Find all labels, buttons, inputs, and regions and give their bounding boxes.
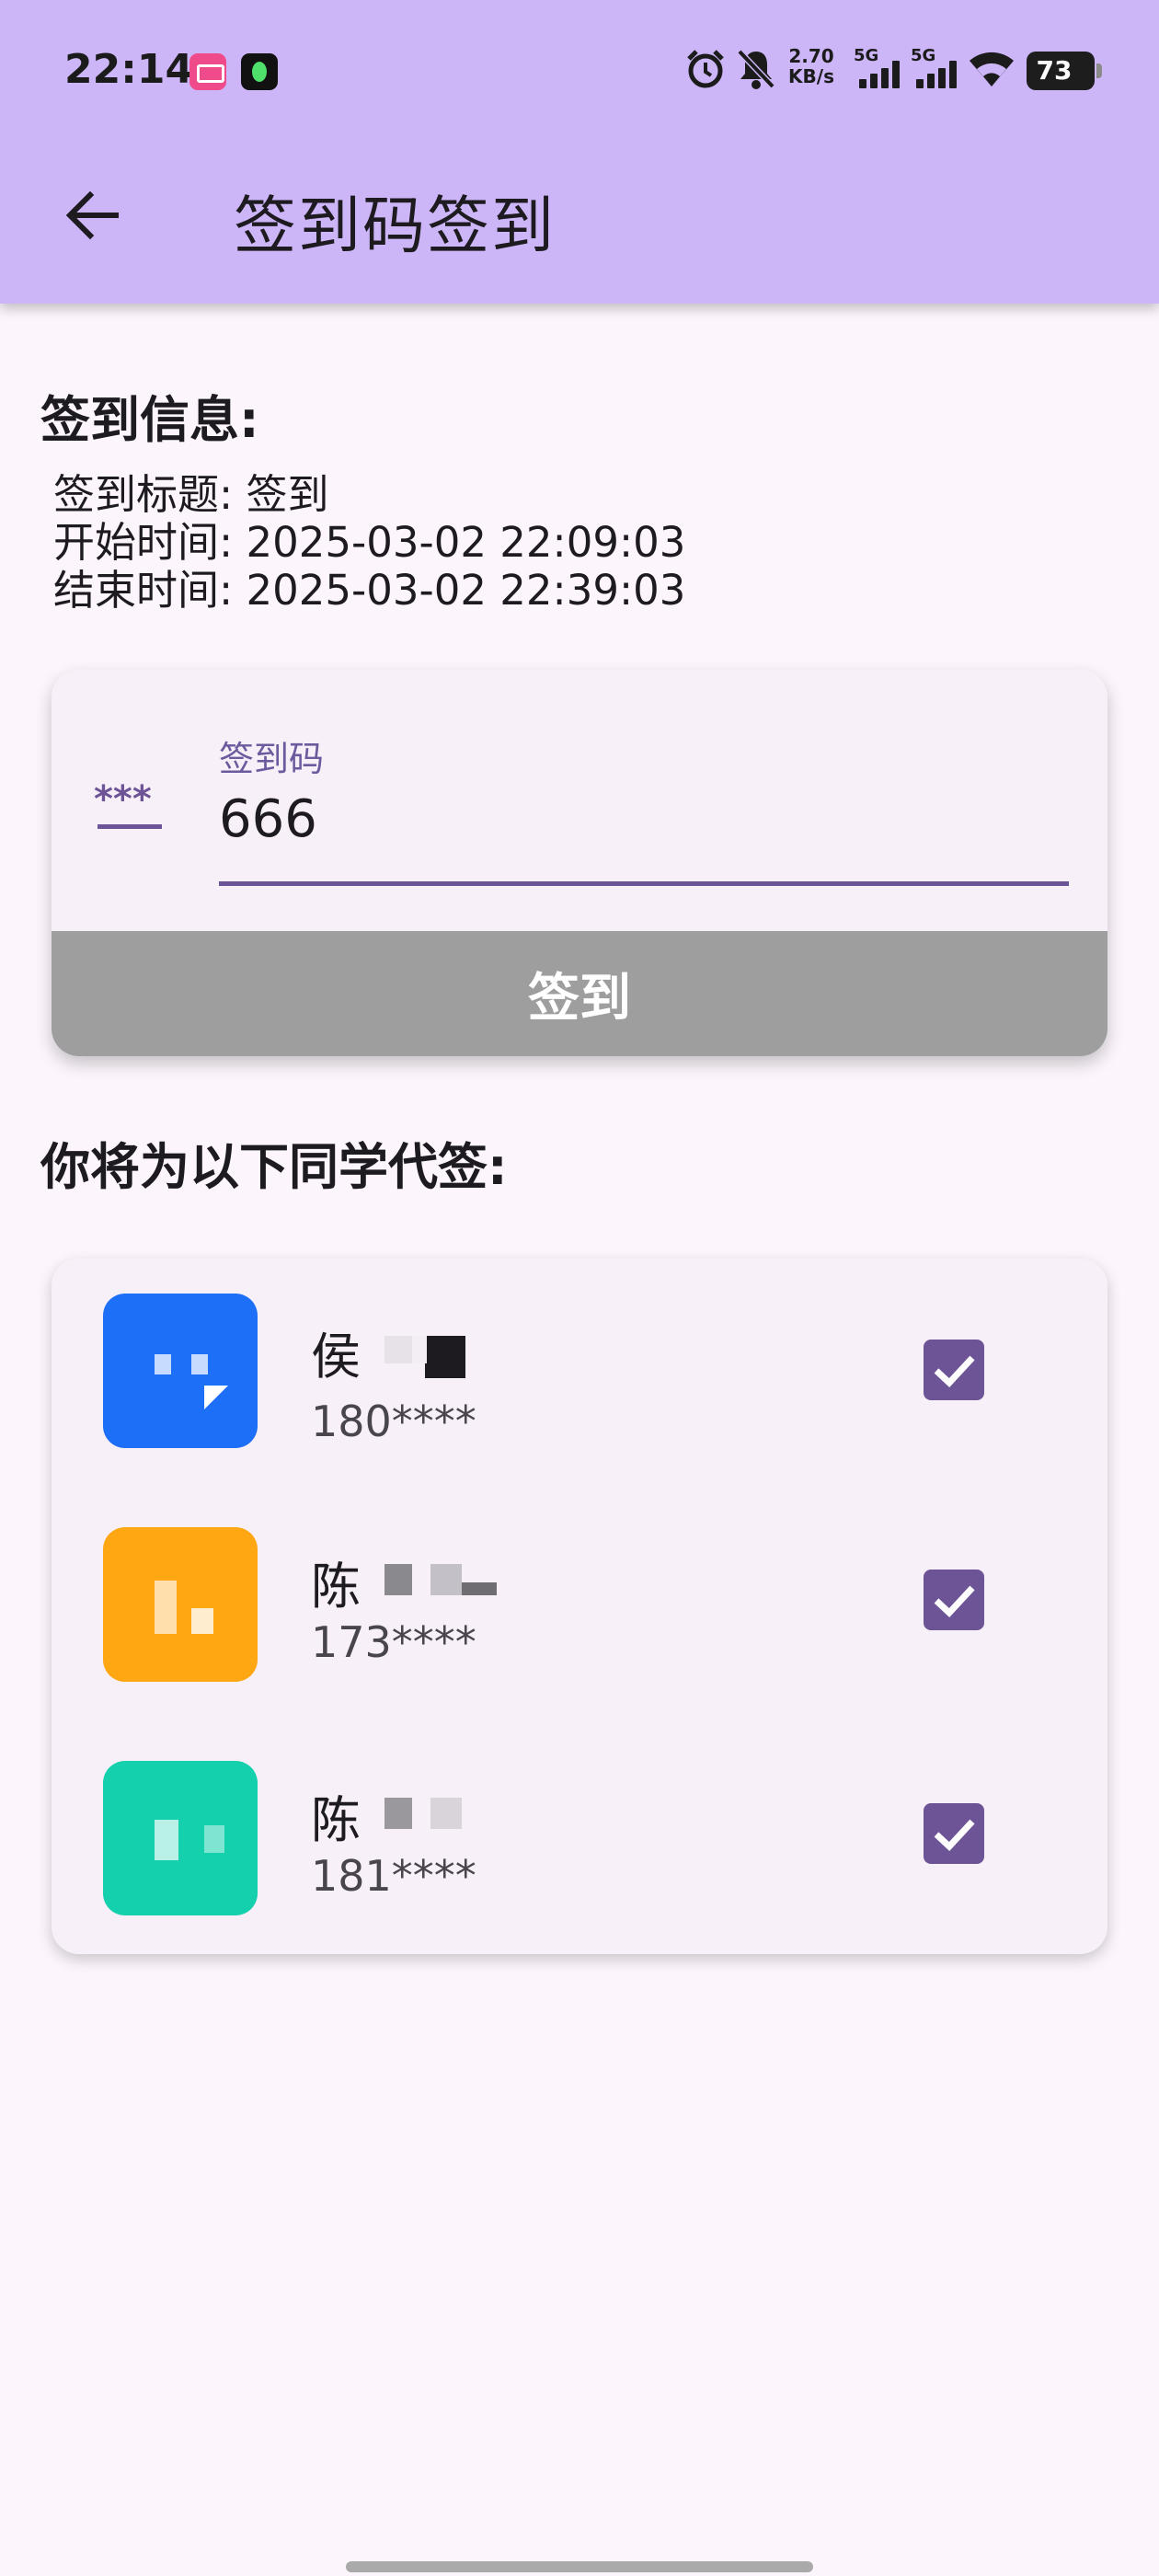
- check-icon: [934, 1355, 975, 1387]
- status-time: 22:14: [64, 46, 194, 93]
- svg-text:***: ***: [94, 780, 152, 821]
- battery-icon: 73: [1027, 52, 1102, 90]
- student-name: 陈: [311, 1558, 361, 1616]
- student-name: 陈: [311, 1791, 361, 1849]
- alarm-icon: [687, 50, 724, 88]
- password-icon: ***: [94, 780, 162, 829]
- home-indicator[interactable]: [346, 2561, 813, 2572]
- student-list: 侯 180**** 陈 173**** 陈 181****: [52, 1259, 1107, 1954]
- start-time-line: 开始时间: 2025-03-02 22:09:03: [53, 518, 686, 567]
- music-app-icon: [241, 53, 278, 90]
- sign-code-card: *** 签到码 签到: [52, 670, 1107, 1056]
- mute-icon: [737, 49, 775, 89]
- list-item[interactable]: 陈 181****: [52, 1761, 1107, 1963]
- back-button[interactable]: [57, 180, 127, 250]
- top-app-bar: 22:14 2.70 KB/s 5G 5G 73 签到码签到: [0, 0, 1159, 304]
- sign-info-details: 签到标题: 签到 开始时间: 2025-03-02 22:09:03 结束时间:…: [53, 471, 1065, 615]
- check-icon: [934, 1585, 975, 1617]
- student-name: 侯: [311, 1328, 361, 1386]
- list-item[interactable]: 侯 180****: [52, 1294, 1107, 1496]
- notification-app-icon: [189, 53, 226, 90]
- avatar: [103, 1761, 258, 1915]
- check-icon: [934, 1819, 975, 1851]
- student-phone: 173****: [311, 1617, 476, 1667]
- sign-title-line: 签到标题: 签到: [53, 470, 329, 519]
- status-bar: 22:14 2.70 KB/s 5G 5G 73: [0, 0, 1159, 147]
- sign-in-button[interactable]: 签到: [52, 931, 1107, 1056]
- sign-code-label: 签到码: [219, 739, 325, 779]
- network-speed-unit: KB/s: [788, 65, 834, 87]
- network-speed-value: 2.70: [788, 45, 834, 67]
- signal-sim1-icon: 5G: [854, 46, 905, 88]
- end-time-line: 结束时间: 2025-03-02 22:39:03: [53, 566, 686, 615]
- list-item[interactable]: 陈 173****: [52, 1527, 1107, 1730]
- input-underline: [219, 881, 1069, 886]
- sim1-label: 5G: [854, 46, 879, 65]
- avatar: [103, 1527, 258, 1682]
- select-checkbox[interactable]: [924, 1570, 984, 1630]
- sim2-label: 5G: [911, 46, 936, 65]
- select-checkbox[interactable]: [924, 1340, 984, 1400]
- arrow-left-icon: [65, 190, 119, 240]
- signal-sim2-icon: 5G: [911, 46, 962, 88]
- sign-code-input[interactable]: [219, 782, 1047, 856]
- student-phone: 181****: [311, 1851, 476, 1901]
- network-speed: 2.70 KB/s: [784, 46, 839, 86]
- student-phone: 180****: [311, 1397, 476, 1446]
- page-title: 签到码签到: [234, 190, 557, 263]
- wifi-icon: [970, 52, 1014, 86]
- select-checkbox[interactable]: [924, 1803, 984, 1864]
- sign-info-heading: 签到信息:: [40, 391, 259, 449]
- proxy-heading: 你将为以下同学代签:: [40, 1138, 508, 1196]
- avatar: [103, 1294, 258, 1448]
- battery-level: 73: [1036, 55, 1073, 86]
